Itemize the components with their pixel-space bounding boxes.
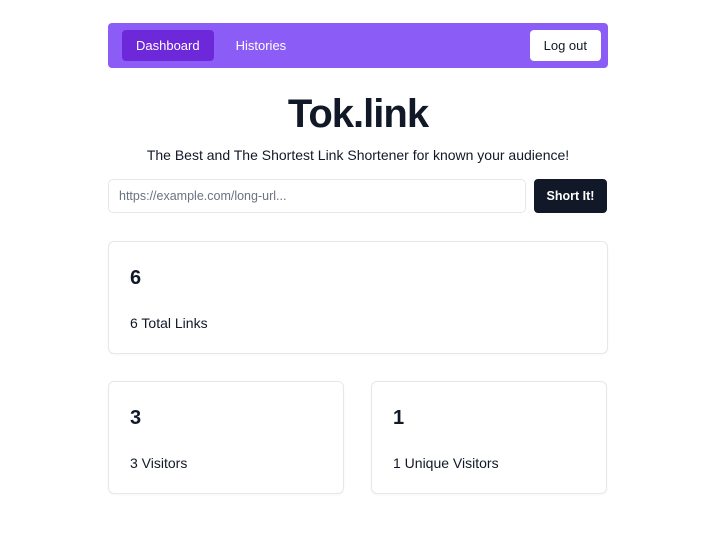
total-links-card: 6 6 Total Links (108, 241, 608, 354)
logout-button[interactable]: Log out (529, 30, 601, 61)
visitors-card: 3 3 Visitors (108, 381, 344, 494)
page-subtitle: The Best and The Shortest Link Shortener… (146, 147, 570, 163)
unique-visitors-label: 1 Unique Visitors (393, 455, 499, 471)
visitors-label: 3 Visitors (130, 455, 188, 471)
long-url-input[interactable] (108, 179, 526, 213)
total-links-value: 6 (130, 267, 142, 289)
unique-visitors-value: 1 (393, 407, 405, 429)
tab-histories[interactable]: Histories (222, 30, 301, 61)
unique-visitors-card: 1 1 Unique Visitors (371, 381, 607, 494)
tab-dashboard[interactable]: Dashboard (122, 30, 214, 61)
page: Dashboard Histories Log out Tok.link The… (0, 0, 720, 541)
top-navbar: Dashboard Histories Log out (108, 23, 608, 68)
visitors-value: 3 (130, 407, 142, 429)
page-title: Tok.link (287, 92, 429, 136)
short-it-button[interactable]: Short It! (534, 179, 607, 213)
total-links-label: 6 Total Links (130, 315, 208, 331)
